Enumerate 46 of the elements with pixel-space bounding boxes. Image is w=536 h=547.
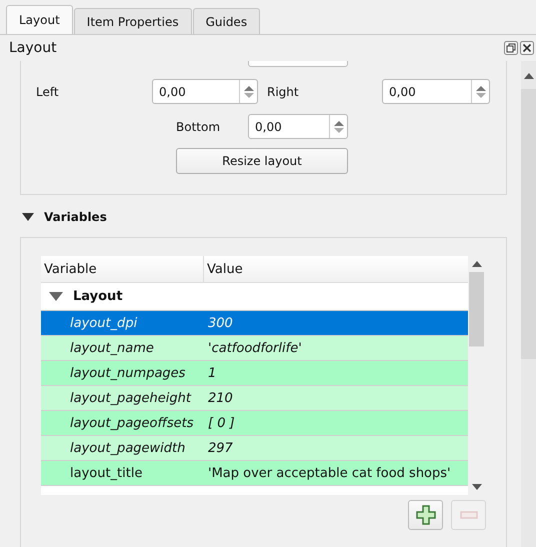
panel-title: Layout xyxy=(9,40,57,56)
tab[interactable]: Guides xyxy=(192,8,260,34)
resize-layout-button[interactable]: Resize layout xyxy=(176,148,348,174)
add-variable-button[interactable] xyxy=(408,500,443,530)
close-icon[interactable] xyxy=(520,41,534,55)
column-header[interactable]: Variable xyxy=(41,256,204,282)
table-row[interactable]: layout_pagewidth 297 xyxy=(41,436,468,461)
variable-name: layout_pagewidth xyxy=(69,440,186,456)
variable-value: 'Map over acceptable cat food shops' xyxy=(208,466,451,480)
float-icon[interactable] xyxy=(504,41,518,55)
variable-name: layout_numpages xyxy=(69,366,186,380)
table-row[interactable]: layout_name 'catfoodforlife' xyxy=(41,336,468,361)
bottom-spin-box[interactable]: 0,00 xyxy=(248,114,348,139)
scroll-up-icon[interactable] xyxy=(472,261,482,267)
variable-value: 210 xyxy=(208,390,233,406)
table-row[interactable]: layout_pageheight 210 xyxy=(41,386,468,411)
variable-value: [ 0 ] xyxy=(208,416,235,430)
right-label: Right xyxy=(267,84,300,98)
table-row[interactable]: layout_pageoffsets [ 0 ] xyxy=(41,411,468,436)
bottom-label: Bottom xyxy=(176,120,222,134)
left-label: Left xyxy=(36,84,60,98)
tab[interactable]: Item Properties xyxy=(74,8,192,34)
variable-name: layout_dpi xyxy=(69,316,138,330)
collapse-icon[interactable] xyxy=(49,292,63,302)
left-spin-box[interactable]: 0,00 xyxy=(152,79,258,104)
table-row[interactable]: layout_title 'Map over acceptable cat food shops' xyxy=(41,461,468,486)
scroll-up-icon[interactable] xyxy=(524,73,534,79)
variable-value: 297 xyxy=(208,440,233,456)
variable-value: 300 xyxy=(208,316,233,330)
tab[interactable]: Layout xyxy=(6,5,73,34)
variable-value: 'catfoodforlife' xyxy=(208,340,302,356)
collapse-icon[interactable] xyxy=(22,212,34,222)
scrollbar[interactable] xyxy=(521,61,536,547)
section-title: Variables xyxy=(44,210,107,224)
group-label: Layout xyxy=(73,289,123,304)
right-spin-box[interactable]: 0,00 xyxy=(382,79,490,104)
table-row[interactable]: layout_dpi 300 xyxy=(41,311,468,336)
variable-name: layout_pageoffsets xyxy=(69,416,195,430)
plus-icon xyxy=(416,505,436,525)
column-header[interactable]: Value xyxy=(204,256,243,282)
variable-name: layout_pageheight xyxy=(69,390,192,406)
table-row[interactable]: layout_numpages 1 xyxy=(41,361,468,386)
variable-name: layout_title xyxy=(69,466,144,480)
variable-value: 1 xyxy=(208,366,216,380)
scroll-down-icon[interactable] xyxy=(472,484,482,490)
variable-name: layout_name xyxy=(69,340,155,356)
